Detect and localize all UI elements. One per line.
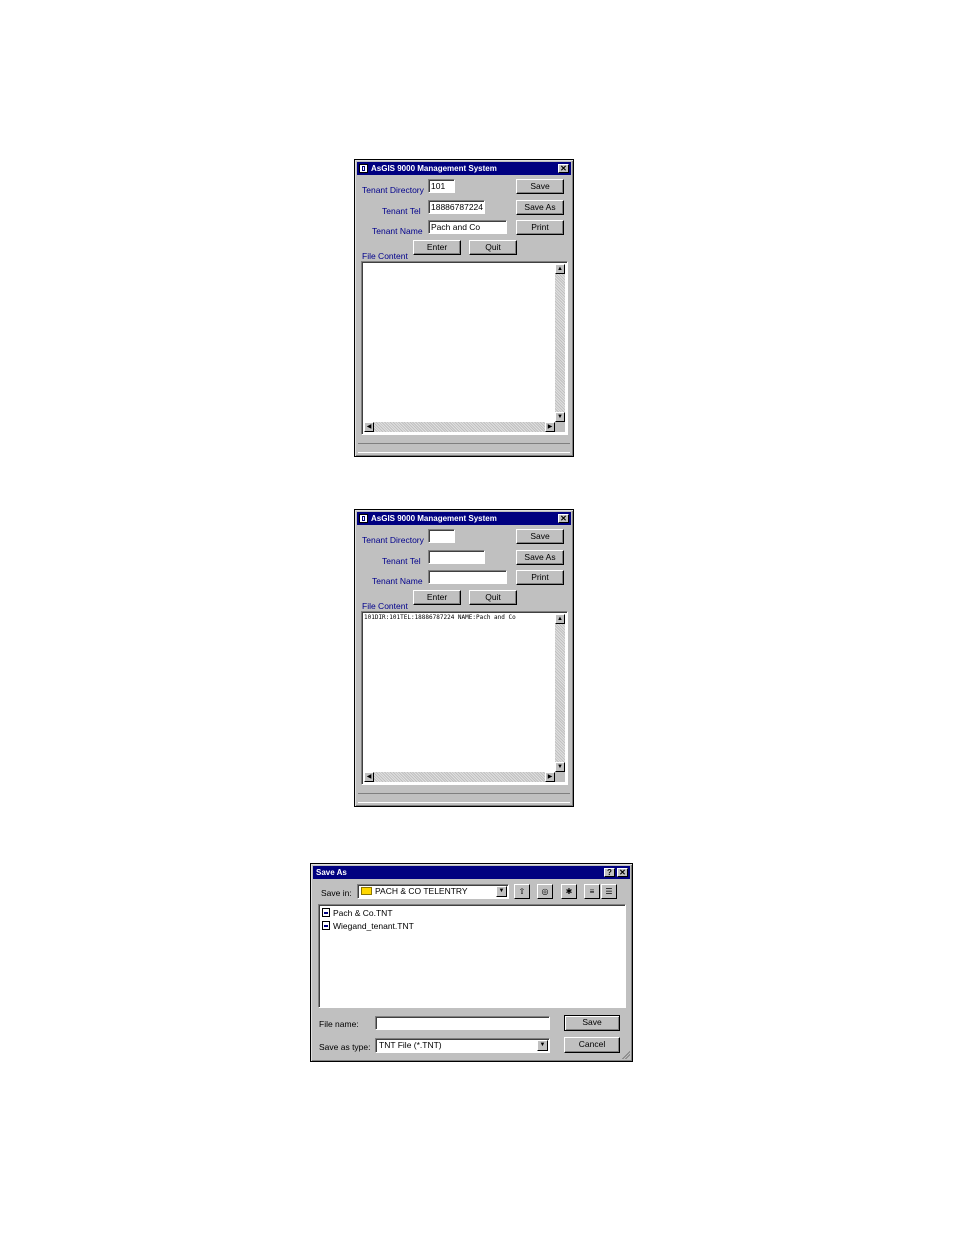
list-item[interactable]: Wiegand_tenant.TNT	[322, 921, 414, 932]
save-as-dialog: Save As ? ✕ Save in: PACH & CO TELENTRY …	[310, 863, 633, 1062]
new-folder-icon[interactable]: ✱	[561, 884, 577, 899]
window-title: AsGIS 9000 Management System	[371, 164, 497, 173]
scroll-down-icon[interactable]: ▼	[555, 762, 565, 772]
status-bar	[358, 793, 570, 803]
folder-icon	[361, 887, 372, 895]
print-button[interactable]: Print	[516, 220, 564, 235]
save-in-label: Save in:	[321, 888, 352, 898]
vertical-scrollbar[interactable]: ▲ ▼	[555, 614, 565, 772]
dialog-title-bar[interactable]: Save As ? ✕	[313, 866, 630, 879]
file-icon	[322, 921, 330, 930]
save-as-button[interactable]: Save As	[516, 550, 564, 565]
save-as-type-value: TNT File (*.TNT)	[379, 1040, 442, 1050]
tenant-name-input[interactable]: Pach and Co	[428, 220, 507, 234]
save-as-type-dropdown[interactable]: TNT File (*.TNT) ▼	[375, 1038, 550, 1053]
save-button[interactable]: Save	[516, 179, 564, 194]
title-bar[interactable]: AsGIS 9000 Management System ✕	[357, 162, 571, 175]
file-content-memo[interactable]: 101DIR:101TEL:18886787224 NAME:Pach and …	[361, 611, 568, 785]
status-bar	[358, 443, 570, 453]
tenant-tel-label: Tenant Tel	[382, 206, 421, 216]
scroll-left-icon[interactable]: ◀	[364, 422, 374, 432]
file-name-input[interactable]	[375, 1016, 550, 1030]
enter-button[interactable]: Enter	[413, 590, 461, 605]
print-button[interactable]: Print	[516, 570, 564, 585]
scroll-up-icon[interactable]: ▲	[555, 264, 565, 274]
horizontal-scrollbar[interactable]: ◀ ▶	[364, 422, 555, 432]
chevron-down-icon[interactable]: ▼	[496, 886, 507, 897]
tenant-directory-label: Tenant Directory	[362, 185, 424, 195]
save-in-value: PACH & CO TELENTRY	[375, 886, 468, 896]
file-icon	[322, 908, 330, 917]
tenant-window-1: AsGIS 9000 Management System ✕ Tenant Di…	[354, 159, 574, 457]
tenant-name-label: Tenant Name	[372, 226, 423, 236]
scroll-up-icon[interactable]: ▲	[555, 614, 565, 624]
file-name: Wiegand_tenant.TNT	[333, 921, 414, 931]
scroll-right-icon[interactable]: ▶	[545, 422, 555, 432]
file-list[interactable]: Pach & Co.TNT Wiegand_tenant.TNT	[318, 904, 626, 1008]
tenant-tel-input[interactable]: 18886787224	[428, 200, 485, 214]
tenant-tel-input[interactable]	[428, 550, 485, 564]
scroll-left-icon[interactable]: ◀	[364, 772, 374, 782]
tenant-directory-input[interactable]	[428, 529, 455, 543]
vertical-scrollbar[interactable]: ▲ ▼	[555, 264, 565, 422]
window-title: AsGIS 9000 Management System	[371, 514, 497, 523]
help-icon[interactable]: ?	[604, 868, 615, 877]
quit-button[interactable]: Quit	[469, 590, 517, 605]
scroll-right-icon[interactable]: ▶	[545, 772, 555, 782]
close-icon[interactable]: ✕	[558, 164, 569, 173]
details-view-icon[interactable]: ☰	[601, 884, 617, 899]
desktop-icon[interactable]: ◎	[537, 884, 553, 899]
save-as-button[interactable]: Save As	[516, 200, 564, 215]
scroll-corner	[555, 422, 565, 432]
save-in-dropdown[interactable]: PACH & CO TELENTRY ▼	[357, 884, 509, 899]
save-as-type-label: Save as type:	[319, 1042, 371, 1052]
tenant-name-input[interactable]	[428, 570, 507, 584]
chevron-down-icon[interactable]: ▼	[537, 1040, 548, 1051]
tenant-directory-input[interactable]: 101	[428, 179, 455, 193]
save-button[interactable]: Save	[516, 529, 564, 544]
list-item[interactable]: Pach & Co.TNT	[322, 908, 393, 919]
list-view-icon[interactable]: ≡	[584, 884, 600, 899]
app-icon	[359, 514, 368, 523]
tenant-window-2: AsGIS 9000 Management System ✕ Tenant Di…	[354, 509, 574, 807]
dialog-title: Save As	[316, 868, 347, 877]
close-icon[interactable]: ✕	[558, 514, 569, 523]
resize-grip-icon[interactable]	[621, 1050, 630, 1059]
app-icon	[359, 164, 368, 173]
file-content-label: File Content	[362, 251, 408, 261]
save-button[interactable]: Save	[564, 1015, 620, 1031]
tenant-name-label: Tenant Name	[372, 576, 423, 586]
cancel-button[interactable]: Cancel	[564, 1037, 620, 1053]
memo-text: 101DIR:101TEL:18886787224 NAME:Pach and …	[364, 614, 516, 621]
scroll-down-icon[interactable]: ▼	[555, 412, 565, 422]
enter-button[interactable]: Enter	[413, 240, 461, 255]
tenant-directory-label: Tenant Directory	[362, 535, 424, 545]
file-content-label: File Content	[362, 601, 408, 611]
tenant-tel-label: Tenant Tel	[382, 556, 421, 566]
horizontal-scrollbar[interactable]: ◀ ▶	[364, 772, 555, 782]
file-content-memo[interactable]: ▲ ▼ ◀ ▶	[361, 261, 568, 435]
quit-button[interactable]: Quit	[469, 240, 517, 255]
file-name-label: File name:	[319, 1019, 359, 1029]
up-one-level-icon[interactable]: ⇧	[514, 884, 530, 899]
scroll-corner	[555, 772, 565, 782]
file-name: Pach & Co.TNT	[333, 908, 393, 918]
title-bar[interactable]: AsGIS 9000 Management System ✕	[357, 512, 571, 525]
close-icon[interactable]: ✕	[617, 868, 628, 877]
